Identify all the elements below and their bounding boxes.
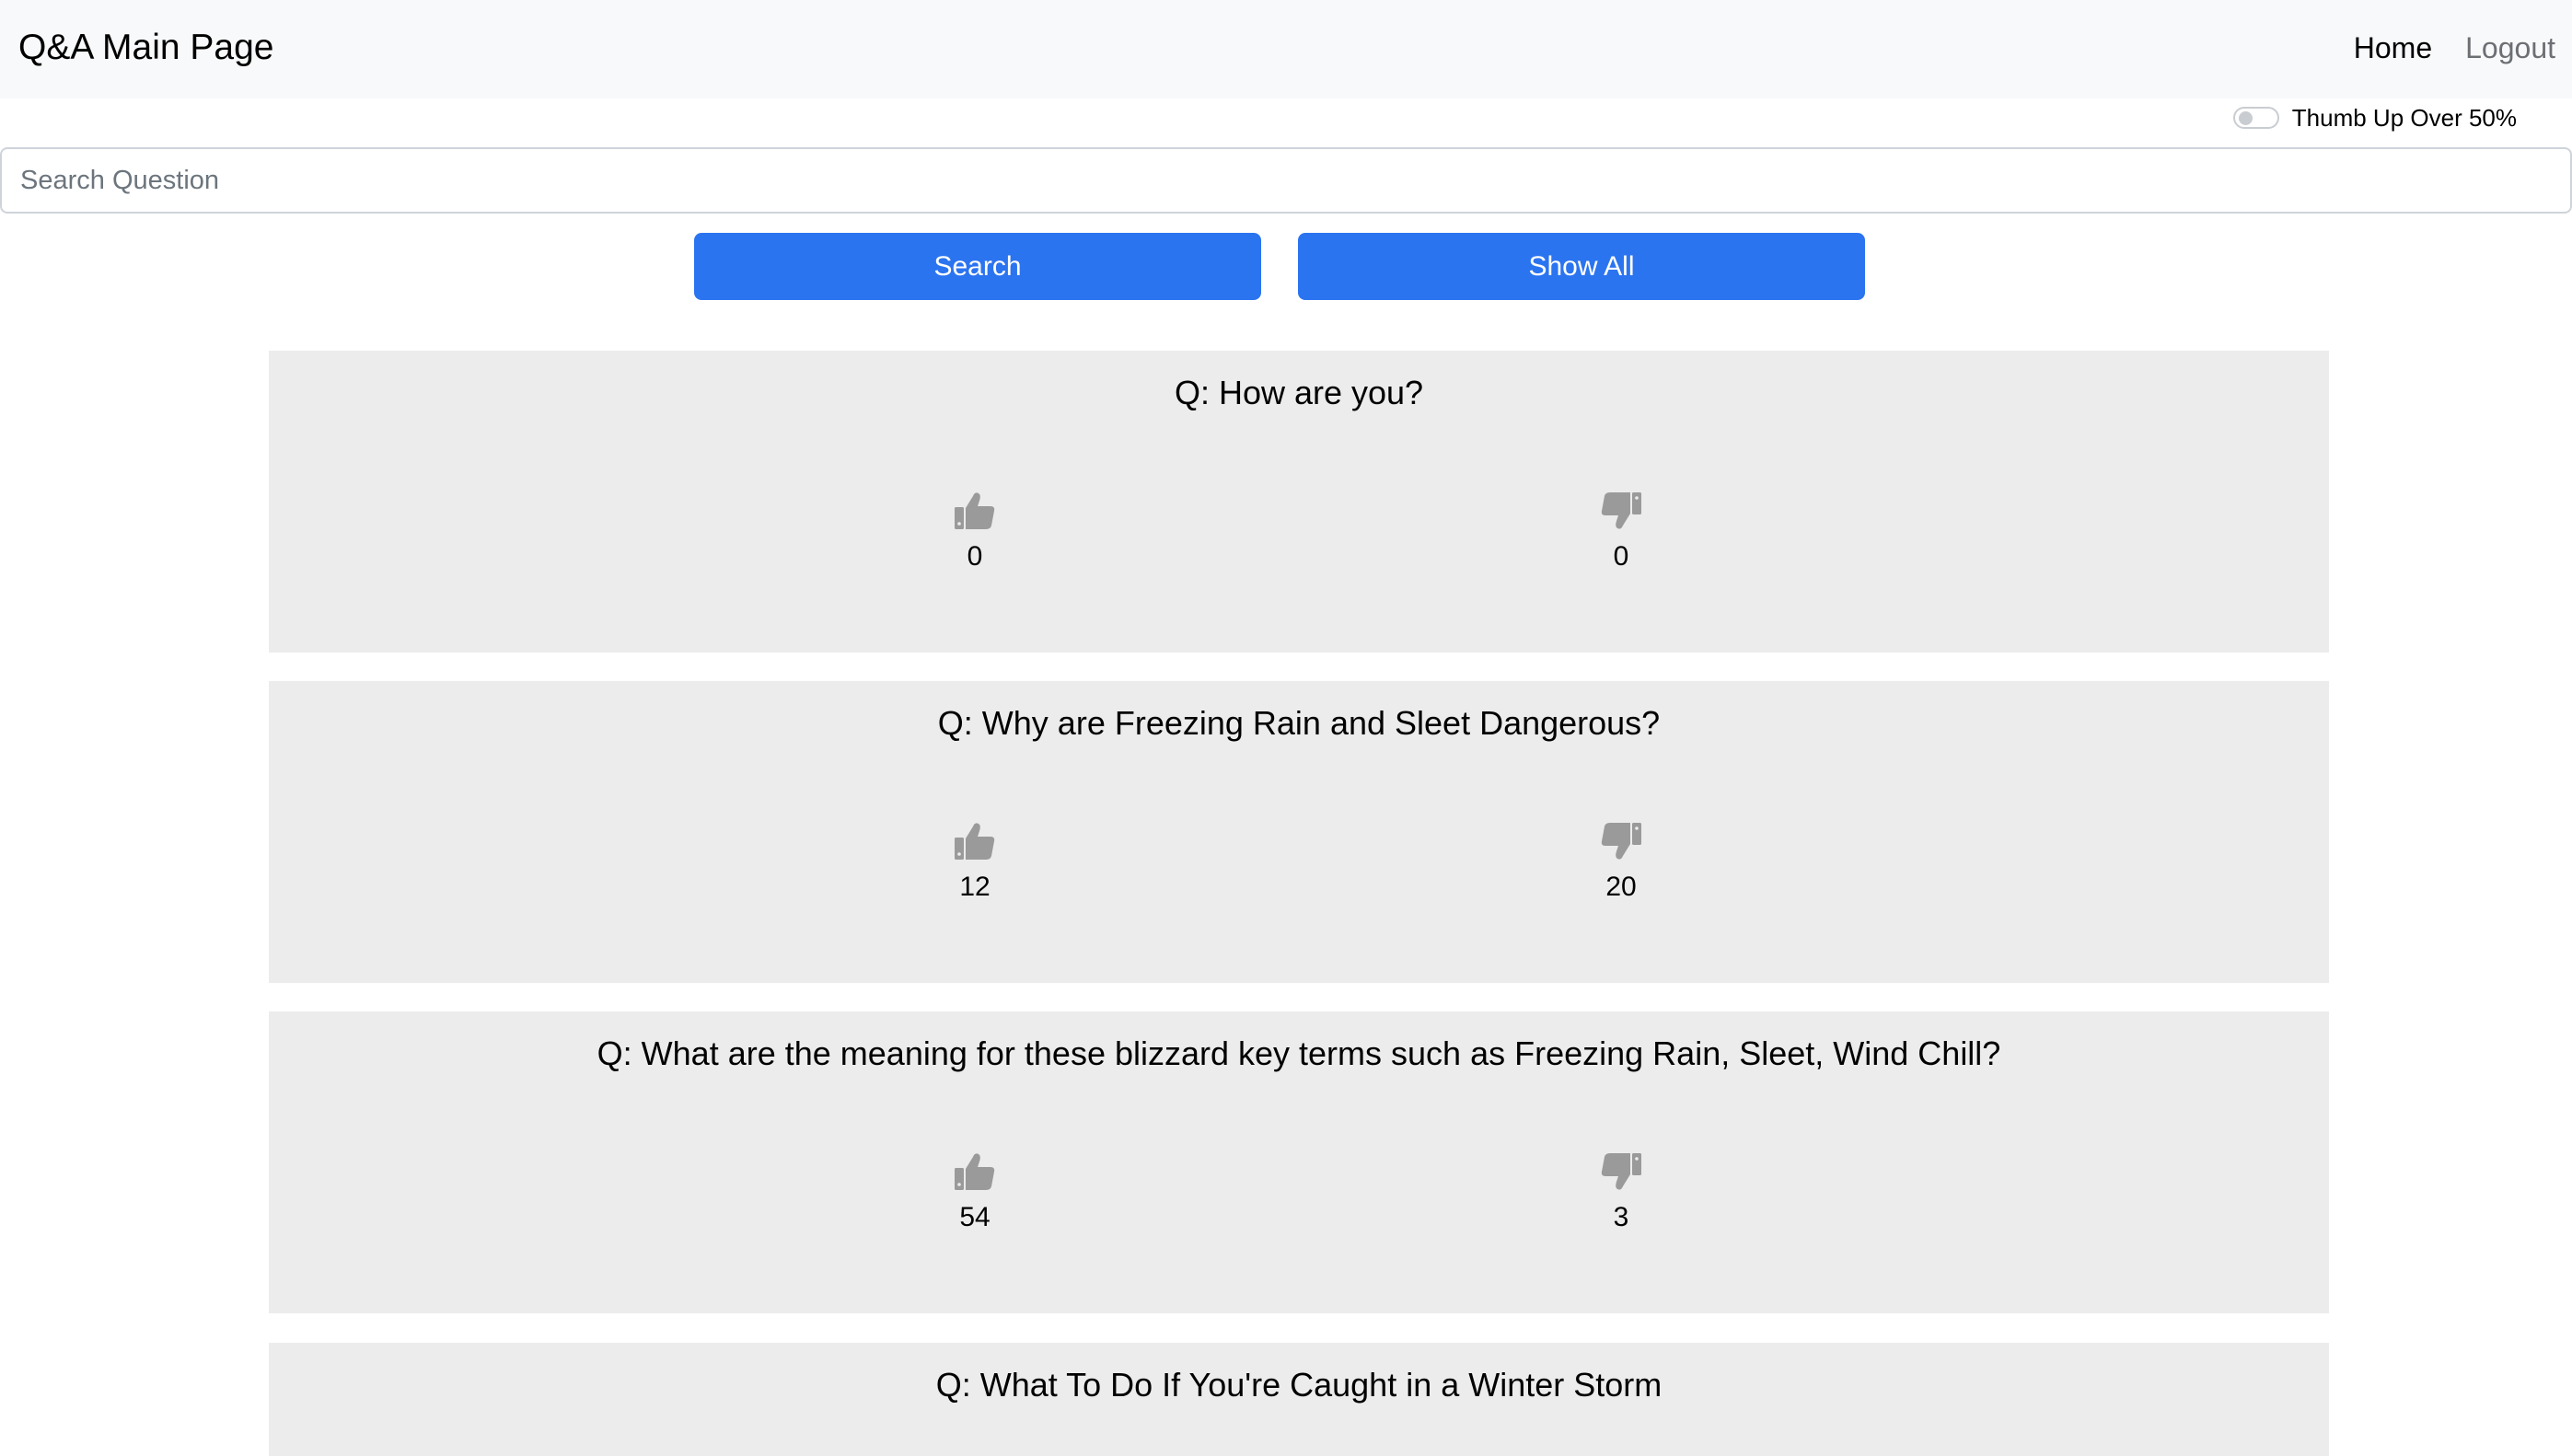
thumbs-up-icon <box>955 823 995 860</box>
search-button[interactable]: Search <box>694 233 1261 300</box>
question-card: Q: How are you? 0 0 <box>269 351 2329 653</box>
navbar: Q&A Main Page Home Logout <box>0 0 2572 98</box>
thumbs-down-count: 20 <box>1605 872 1637 902</box>
thumbs-up-button[interactable]: 12 <box>920 819 1030 904</box>
thumb-up-filter-toggle[interactable] <box>2232 107 2279 129</box>
nav-link-logout[interactable]: Logout <box>2465 24 2555 72</box>
thumbs-up-icon <box>955 492 995 529</box>
thumbs-down-icon <box>1601 1153 1641 1190</box>
thumbs-up-button[interactable]: 0 <box>920 489 1030 573</box>
nav-link-home[interactable]: Home <box>2354 24 2432 72</box>
thumbs-up-button[interactable]: 54 <box>920 1150 1030 1234</box>
question-title[interactable]: Q: What To Do If You're Caught in a Wint… <box>269 1363 2329 1407</box>
thumbs-down-icon <box>1601 492 1641 529</box>
thumb-up-filter-label[interactable]: Thumb Up Over 50% <box>2292 104 2517 133</box>
question-card: Q: What To Do If You're Caught in a Wint… <box>269 1343 2329 1456</box>
thumbs-down-button[interactable]: 0 <box>1566 489 1676 573</box>
thumbs-up-icon <box>955 1153 995 1190</box>
question-card: Q: What are the meaning for these blizza… <box>269 1011 2329 1313</box>
nav-links: Home Logout <box>2354 24 2555 72</box>
search-input[interactable] <box>0 147 2572 214</box>
thumbs-up-count: 12 <box>959 872 991 902</box>
show-all-button[interactable]: Show All <box>1298 233 1865 300</box>
question-title[interactable]: Q: Why are Freezing Rain and Sleet Dange… <box>269 701 2329 745</box>
question-card: Q: Why are Freezing Rain and Sleet Dange… <box>269 681 2329 983</box>
question-title[interactable]: Q: What are the meaning for these blizza… <box>269 1032 2329 1076</box>
thumbs-down-icon <box>1601 823 1641 860</box>
thumbs-down-button[interactable]: 3 <box>1566 1150 1676 1234</box>
thumbs-up-count: 54 <box>959 1202 991 1232</box>
thumbs-down-count: 0 <box>1613 541 1629 572</box>
brand-title[interactable]: Q&A Main Page <box>18 24 274 72</box>
thumb-up-filter: Thumb Up Over 50% <box>2232 101 2517 134</box>
thumbs-up-count: 0 <box>967 541 983 572</box>
toggle-knob <box>2238 111 2253 125</box>
thumbs-down-button[interactable]: 20 <box>1566 819 1676 904</box>
thumbs-down-count: 3 <box>1613 1202 1629 1232</box>
question-title[interactable]: Q: How are you? <box>269 371 2329 415</box>
